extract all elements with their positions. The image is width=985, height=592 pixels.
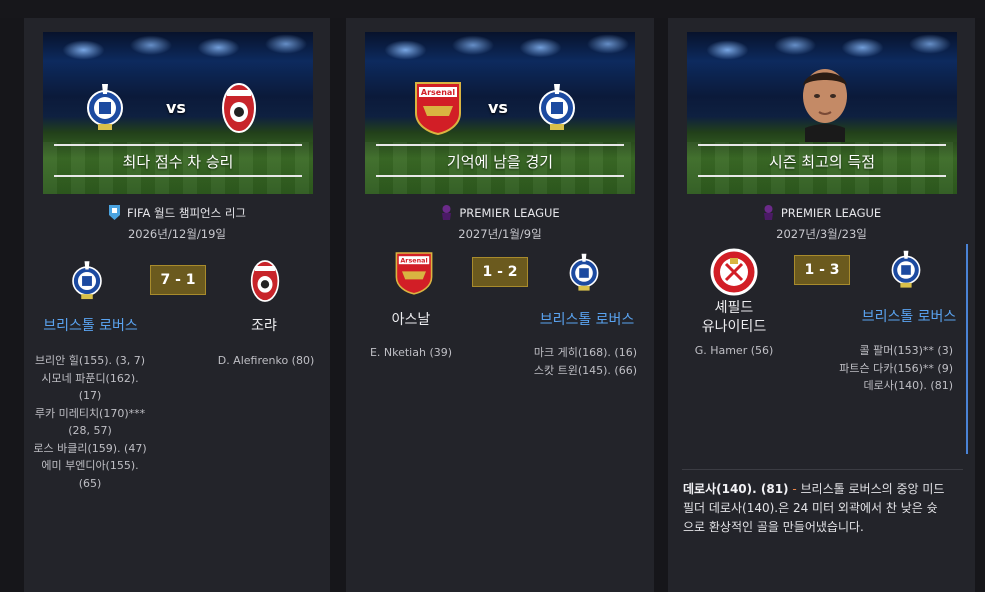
competition-name: PREMIER LEAGUE — [459, 205, 560, 220]
competition-name: PREMIER LEAGUE — [780, 205, 882, 220]
scorer-line: 데로사(140). (81) — [863, 379, 953, 392]
arsenal-crest-icon: Arsenal — [395, 252, 433, 295]
scorer-line: E. Nketiah (39) — [369, 346, 453, 359]
scorer-line: 루카 미레티치(170)*** — [34, 406, 146, 420]
zorya-crest-icon — [222, 83, 256, 133]
banner-line-top — [54, 144, 302, 146]
arsenal-wordmark: Arsenal — [400, 257, 427, 265]
home-team-name-line1: 셰필드 — [714, 300, 754, 316]
away-team-name[interactable]: 조랴 — [224, 317, 304, 336]
away-scorers: 콜 팔머(153)** (3) 파트슨 다카(156)** (9) 데로사(14… — [818, 342, 953, 395]
banner-line-top — [698, 144, 946, 146]
match-date: 2027년/3월/23일 — [776, 227, 867, 241]
away-team-link[interactable]: 브리스톨 로버스 — [532, 311, 642, 330]
score-box: 7 - 1 — [150, 265, 206, 295]
match-date: 2026년/12월/19일 — [127, 227, 227, 241]
arsenal-crest-icon: Arsenal — [415, 82, 461, 136]
zorya-crest-icon — [250, 260, 280, 302]
vs-label: vs — [166, 98, 186, 117]
banner-line-bottom — [376, 175, 624, 177]
goal-scorer: 데로사(140). (81) — [683, 482, 789, 496]
player-portrait — [803, 69, 847, 142]
section-divider — [682, 469, 963, 470]
score-box: 1 - 3 — [794, 255, 850, 285]
score-box: 1 - 2 — [472, 257, 528, 287]
banner-caption: 시즌 최고의 득점 — [768, 153, 876, 171]
scorer-line: 콜 팔머(153)** (3) — [859, 344, 953, 357]
away-scorers: 마크 게히(168). (16) 스캇 트윈(145). (66) — [506, 344, 637, 379]
home-team-link[interactable]: 브리스톨 로버스 — [34, 317, 147, 336]
scorer-line: D. Alefirenko (80) — [217, 354, 315, 367]
banner-line-bottom — [698, 175, 946, 177]
banner-caption: 기억에 남을 경기 — [446, 153, 554, 171]
banner-caption: 최다 점수 차 승리 — [122, 153, 234, 171]
bristol-rovers-crest-icon — [72, 261, 102, 300]
home-scorers: G. Hamer (56) — [678, 342, 790, 360]
bristol-rovers-crest-icon — [87, 84, 123, 130]
scorer-line: 로스 바클리(159). (47) — [33, 441, 147, 455]
match-banner: 시즌 최고의 득점 — [687, 32, 957, 194]
match-banner: vs 최다 점수 차 승리 — [43, 32, 313, 194]
competition-row: PREMIER LEAGUE — [346, 204, 654, 221]
scorer-line: 브리안 힐(155). (3, 7) — [34, 354, 146, 367]
scorer-line: 파트슨 다카(156)** (9) — [839, 361, 953, 375]
away-scorers: D. Alefirenko (80) — [204, 352, 328, 370]
bristol-rovers-crest-icon — [891, 250, 921, 288]
scrollbar[interactable] — [966, 244, 968, 454]
scorer-line: 시모네 파푼디(162). — [41, 371, 139, 385]
sheffield-united-crest-icon — [710, 248, 758, 296]
premier-league-icon — [763, 205, 773, 220]
scorer-line: 스캇 트윈(145). (66) — [533, 363, 637, 377]
home-scorers: E. Nketiah (39) — [356, 344, 466, 362]
match-card-goal-of-season[interactable]: 시즌 최고의 득점 PREMIER LEAGUE 2027년/3월/23일 1 … — [668, 18, 975, 592]
stadium-lights — [365, 32, 635, 92]
home-team-name-line2: 유나이티드 — [701, 319, 767, 335]
banner-line-bottom — [54, 175, 302, 177]
home-team-name[interactable]: 셰필드 유나이티드 — [678, 299, 790, 337]
vs-label: vs — [488, 98, 508, 117]
scorer-line: (65) — [78, 476, 102, 490]
bristol-rovers-crest-icon — [539, 84, 575, 130]
scorer-line: 마크 게히(168). (16) — [533, 346, 637, 359]
match-card-memorable[interactable]: Arsenal vs 기억에 남을 경기 PREMIER LEAGUE 2027… — [346, 18, 654, 592]
description-dash: - — [788, 482, 801, 496]
scorer-line: 에미 부엔디아(155). — [41, 459, 139, 472]
home-scorers: 브리안 힐(155). (3, 7) 시모네 파푼디(162). (17) 루카… — [24, 352, 156, 492]
top-strip — [0, 0, 985, 18]
competition-row: PREMIER LEAGUE — [668, 204, 975, 221]
banner-line-top — [376, 144, 624, 146]
goal-description: 데로사(140). (81) - 브리스톨 로버스의 중앙 미드필더 데로사(1… — [683, 480, 948, 537]
away-team-link[interactable]: 브리스톨 로버스 — [854, 308, 964, 327]
match-card-biggest-win[interactable]: vs 최다 점수 차 승리 FIFA 월드 챔피언스 리그 2026년/12월/… — [24, 18, 330, 592]
fifa-competition-icon — [108, 205, 120, 220]
match-date: 2027년/1월/9일 — [458, 227, 542, 241]
premier-league-icon — [442, 205, 452, 220]
bristol-rovers-crest-icon — [569, 253, 599, 291]
arsenal-wordmark: Arsenal — [421, 88, 455, 97]
scorer-line: (17) — [78, 389, 102, 402]
match-banner: Arsenal vs 기억에 남을 경기 — [365, 32, 635, 194]
competition-name: FIFA 월드 챔피언스 리그 — [126, 205, 247, 220]
stadium-lights — [43, 32, 313, 92]
scorer-line: G. Hamer (56) — [694, 344, 774, 357]
scorer-line: (28, 57) — [68, 424, 112, 437]
competition-row: FIFA 월드 챔피언스 리그 — [24, 204, 330, 221]
home-team-name[interactable]: 아스날 — [366, 311, 456, 330]
